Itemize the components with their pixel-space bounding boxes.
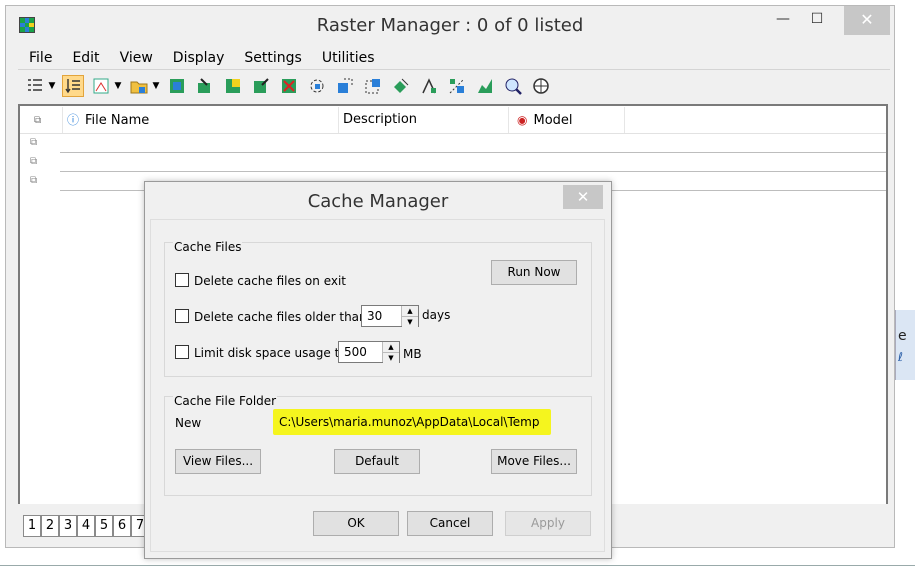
toolbar: ▼ ▼ ▼ <box>18 69 890 101</box>
minimize-button[interactable]: — <box>768 6 798 35</box>
delete-on-exit-label: Delete cache files on exit <box>194 274 347 288</box>
list-item[interactable]: ⧉ <box>30 134 886 153</box>
apply-button[interactable]: Apply <box>505 511 591 536</box>
default-button[interactable]: Default <box>334 449 420 474</box>
copy-icon: ⧉ <box>34 114 42 126</box>
chevron-down-icon[interactable]: ▼ <box>383 352 399 363</box>
sort-icon[interactable] <box>62 74 84 97</box>
list-view-dropdown-icon[interactable]: ▼ <box>48 75 56 97</box>
raster-detach-icon[interactable] <box>278 75 300 97</box>
stepper-arrows[interactable]: ▲ ▼ <box>401 306 418 327</box>
raster-tool-icon[interactable] <box>166 75 188 97</box>
list-item[interactable]: ⧉ <box>30 153 886 172</box>
dialog-close-button[interactable]: ✕ <box>563 185 603 209</box>
menu-bar: File Edit View Display Settings Utilitie… <box>16 47 382 69</box>
column-header-status[interactable]: ⧉ <box>20 106 63 133</box>
info-icon: ⓘ <box>67 112 80 127</box>
raster-rotate-icon[interactable] <box>306 75 328 97</box>
mb-unit-label: MB <box>403 347 422 361</box>
run-now-button[interactable]: Run Now <box>491 260 577 285</box>
copy-icon: ⧉ <box>30 156 38 167</box>
raster-chart-icon[interactable] <box>474 75 496 97</box>
raster-tent-icon[interactable] <box>418 75 440 97</box>
title-bar: Raster Manager : 0 of 0 listed — ☐ ✕ <box>6 6 894 44</box>
raster-display-icon[interactable] <box>530 75 552 97</box>
window-title: Raster Manager : 0 of 0 listed <box>316 15 584 36</box>
menu-utilities[interactable]: Utilities <box>309 47 382 69</box>
background-window-fragment: e ℓ <box>895 310 915 380</box>
raster-transform-icon[interactable] <box>390 75 412 97</box>
column-header-file-name[interactable]: ⓘ File Name <box>63 106 339 133</box>
page-tab-2[interactable]: 2 <box>41 515 59 537</box>
cache-manager-dialog: Cache Manager ✕ Cache Files Delete cache… <box>144 181 612 559</box>
raster-move-icon[interactable] <box>222 75 244 97</box>
limit-value[interactable]: 500 <box>339 342 382 362</box>
limit-disk-label: Limit disk space usage tc <box>194 346 346 360</box>
page-tab-1[interactable]: 1 <box>23 515 41 537</box>
dialog-body: Cache Files Delete cache files on exit D… <box>150 219 605 552</box>
stepper-arrows[interactable]: ▲ ▼ <box>382 342 399 363</box>
days-unit-label: days <box>422 308 451 322</box>
column-header-description[interactable]: Description <box>339 106 509 133</box>
delete-older-label: Delete cache files older thar <box>194 310 364 324</box>
open-folder-dropdown-icon[interactable]: ▼ <box>152 75 160 97</box>
dialog-title: Cache Manager <box>307 191 449 212</box>
new-label: New <box>175 416 202 430</box>
zoom-raster-icon[interactable] <box>502 75 524 97</box>
attach-icon[interactable] <box>90 75 112 97</box>
group-title: Cache Files <box>173 240 243 254</box>
raster-mirror-icon[interactable] <box>446 75 468 97</box>
chevron-down-icon[interactable]: ▼ <box>402 316 418 327</box>
menu-file[interactable]: File <box>16 47 59 69</box>
open-folder-icon[interactable] <box>128 75 150 97</box>
column-header-model[interactable]: ◉ Model <box>509 106 625 133</box>
page-tab-3[interactable]: 3 <box>59 515 77 537</box>
model-icon: ◉ <box>517 112 528 127</box>
cache-folder-path: C:\Users\maria.munoz\AppData\Local\Temp <box>273 409 551 435</box>
raster-clip-icon[interactable] <box>362 75 384 97</box>
background-divider <box>0 565 915 566</box>
page-tabs: 1 2 3 4 5 6 7 <box>23 515 149 537</box>
page-tab-4[interactable]: 4 <box>77 515 95 537</box>
list-view-icon[interactable] <box>24 75 46 97</box>
group-title: Cache File Folder <box>173 394 278 408</box>
cache-folder-group: Cache File Folder New C:\Users\maria.mun… <box>164 394 592 496</box>
chevron-up-icon[interactable]: ▲ <box>402 306 418 316</box>
days-stepper[interactable]: 30 ▲ ▼ <box>361 305 419 327</box>
menu-view[interactable]: View <box>107 47 160 69</box>
column-label: Model <box>533 112 573 128</box>
column-label: File Name <box>85 112 150 128</box>
limit-stepper[interactable]: 500 ▲ ▼ <box>338 341 400 363</box>
view-files-button[interactable]: View Files... <box>175 449 261 474</box>
raster-select-icon[interactable] <box>194 75 216 97</box>
column-label: Description <box>343 111 418 127</box>
page-tab-5[interactable]: 5 <box>95 515 113 537</box>
column-header-row: ⧉ ⓘ File Name Description ◉ Model <box>20 106 886 134</box>
copy-icon: ⧉ <box>30 137 38 148</box>
limit-disk-checkbox[interactable] <box>175 345 189 359</box>
background-text: e <box>898 328 907 344</box>
attach-dropdown-icon[interactable]: ▼ <box>114 75 122 97</box>
cancel-button[interactable]: Cancel <box>407 511 493 536</box>
ok-button[interactable]: OK <box>313 511 399 536</box>
delete-on-exit-checkbox[interactable] <box>175 273 189 287</box>
raster-scale-icon[interactable] <box>250 75 272 97</box>
cache-files-group: Cache Files Delete cache files on exit D… <box>164 240 592 377</box>
delete-older-checkbox[interactable] <box>175 309 189 323</box>
background-text: ℓ <box>898 350 903 364</box>
menu-settings[interactable]: Settings <box>231 47 308 69</box>
days-value[interactable]: 30 <box>362 306 401 326</box>
menu-display[interactable]: Display <box>160 47 232 69</box>
close-button[interactable]: ✕ <box>844 6 890 35</box>
chevron-up-icon[interactable]: ▲ <box>383 342 399 352</box>
menu-edit[interactable]: Edit <box>59 47 106 69</box>
move-files-button[interactable]: Move Files... <box>491 449 577 474</box>
copy-icon: ⧉ <box>30 175 38 186</box>
maximize-button[interactable]: ☐ <box>802 6 832 35</box>
page-tab-6[interactable]: 6 <box>113 515 131 537</box>
raster-warp-icon[interactable] <box>334 75 356 97</box>
